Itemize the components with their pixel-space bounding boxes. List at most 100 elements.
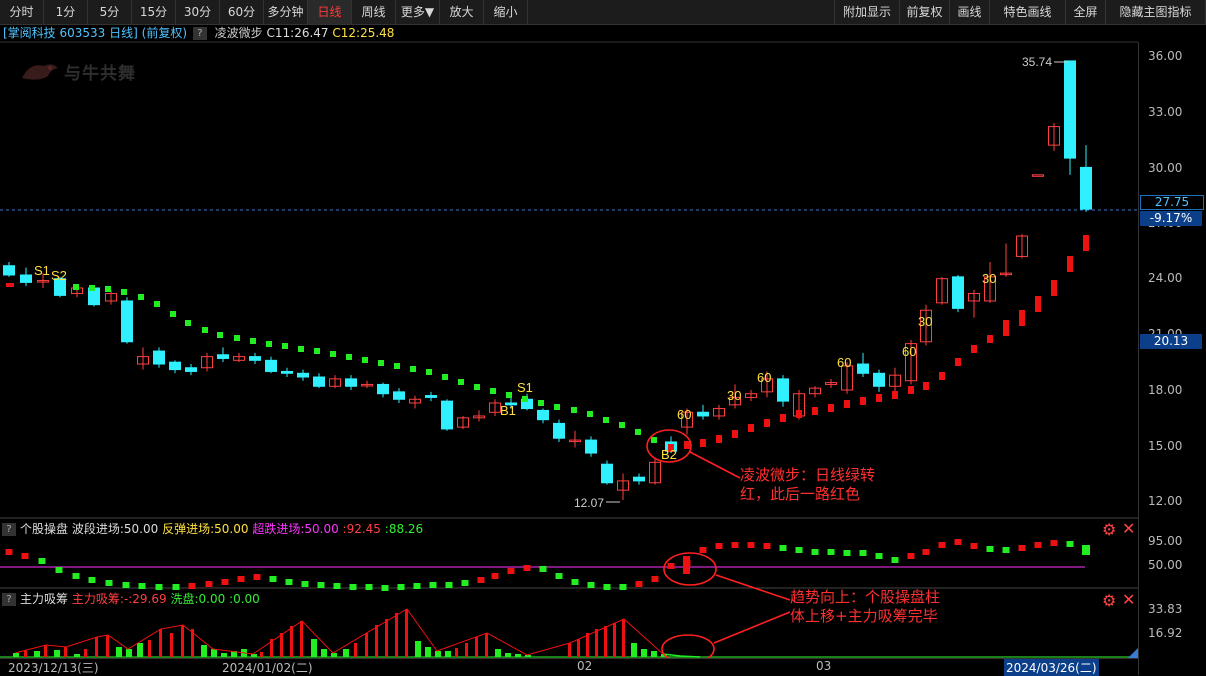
lbwb-dot-red — [828, 404, 834, 412]
lbwb-dot-red — [1035, 296, 1041, 312]
candle-body — [345, 378, 357, 387]
lbwb-dot-green — [378, 360, 384, 366]
date-label: 02 — [577, 659, 593, 673]
low-price-label: 12.07 — [574, 496, 604, 510]
chart-area[interactable]: S1 S2S1B1B26060606030303035.7412.07 — [0, 0, 1138, 658]
signal-b1: B1 — [500, 403, 516, 418]
accumulation-bar — [159, 629, 162, 657]
lbwb-dot-green — [73, 284, 79, 290]
panel2-title[interactable]: 个股操盘 — [20, 522, 68, 536]
panel2-header: ? 个股操盘 波段进场:50.00 反弹进场:50.00 超跌进场:50.00 :… — [0, 521, 423, 537]
indicator-tick-label: 95.00 — [1148, 534, 1183, 548]
lbwb-dot-green — [185, 320, 191, 326]
lbwb-dot-green — [426, 369, 432, 375]
lbwb-dot-green — [458, 379, 464, 385]
signal-s2: S2 — [51, 268, 67, 283]
operate-dot — [699, 547, 707, 553]
operate-dot — [429, 582, 437, 588]
signal-b2: B2 — [661, 447, 677, 462]
lbwb-dot-red — [876, 394, 882, 402]
panel2-value-a: 波段进场:50.00 — [71, 522, 159, 536]
operate-dot — [986, 546, 994, 552]
lbwb-dot-green — [282, 343, 288, 349]
panel3-help-icon[interactable]: ? — [2, 593, 16, 606]
operate-dot — [205, 581, 213, 587]
high-price-label: 35.74 — [1022, 55, 1052, 69]
signal-number: 30 — [918, 314, 932, 329]
accumulation-bar — [137, 643, 143, 657]
accumulation-bar — [405, 609, 408, 657]
price-tick-label: 15.00 — [1148, 439, 1183, 453]
current-price-badge: 27.75 — [1140, 195, 1204, 210]
accumulation-bar — [343, 649, 349, 657]
accumulation-bar — [641, 649, 647, 657]
accumulation-bar — [44, 645, 47, 657]
operate-dot — [539, 566, 547, 572]
lbwb-dot-red — [732, 430, 738, 438]
signal-s1: S1 — [34, 263, 50, 278]
accumulation-bar — [595, 629, 598, 657]
candle-body — [857, 363, 869, 374]
indicator-tick-label: 50.00 — [1148, 558, 1183, 572]
operate-dot — [1002, 547, 1010, 553]
candle-body — [537, 409, 549, 421]
operate-dot — [795, 547, 803, 553]
accumulation-bar — [435, 651, 441, 657]
accumulation-bar — [34, 651, 40, 657]
panel2-close-icon[interactable]: ✕ — [1122, 519, 1135, 538]
lbwb-dot-red — [987, 335, 993, 343]
lbwb-dot-red — [716, 435, 722, 443]
candle-body — [1080, 166, 1092, 210]
lbwb-dot-red — [860, 397, 866, 405]
panel3-settings-icon[interactable]: ⚙ — [1102, 591, 1116, 610]
operate-dot — [138, 583, 146, 589]
operate-dot — [381, 585, 389, 591]
annotation-1-line1: 凌波微步：日线绿转 — [740, 466, 876, 484]
scroll-corner-icon — [1128, 648, 1138, 658]
signal-number: 30 — [982, 271, 996, 286]
price-tick-label: 12.00 — [1148, 494, 1183, 508]
operate-dot — [651, 576, 659, 582]
accumulation-bar — [485, 633, 488, 657]
candle-body — [425, 395, 437, 398]
operate-dot — [507, 568, 515, 574]
accumulation-bar — [651, 651, 657, 657]
operate-dot — [891, 557, 899, 563]
accumulation-bar — [568, 643, 571, 657]
operate-dot — [397, 584, 405, 590]
accumulation-bar — [365, 633, 368, 657]
operate-dot — [88, 577, 96, 583]
panel2-settings-icon[interactable]: ⚙ — [1102, 520, 1116, 539]
indicator-tick-label: 16.92 — [1148, 626, 1183, 640]
annotation-2-line2: 体上移+主力吸筹完毕 — [790, 607, 938, 625]
accumulation-bar — [84, 649, 87, 657]
annotation-2: 趋势向上：个股操盘柱 体上移+主力吸筹完毕 — [790, 588, 940, 626]
accumulation-bar — [280, 633, 283, 657]
panel3-title[interactable]: 主力吸筹 — [20, 592, 68, 606]
accumulation-bar — [300, 621, 303, 657]
accumulation-bar — [455, 648, 458, 657]
change-percent-badge: -9.17% — [1140, 211, 1202, 226]
lbwb-dot-red — [971, 345, 977, 353]
accumulation-bar — [354, 643, 357, 657]
accumulation-bar — [106, 635, 109, 657]
panel2-help-icon[interactable]: ? — [2, 523, 16, 536]
operate-dot — [747, 542, 755, 548]
lbwb-dot-green — [651, 437, 657, 443]
lbwb-dot-green — [410, 366, 416, 372]
price-tick-label: 30.00 — [1148, 161, 1183, 175]
candle-body — [313, 376, 325, 387]
panel2-value-e: :88.26 — [384, 522, 424, 536]
operate-dot — [237, 576, 245, 582]
operate-dot — [21, 553, 29, 559]
operate-dot — [445, 582, 453, 588]
lbwb-dot-green — [522, 396, 528, 402]
date-label: 2023/12/13(三) — [8, 661, 99, 675]
crosshair-price-badge: 20.13 — [1140, 334, 1202, 349]
operate-dot — [269, 576, 277, 582]
lbwb-dot-green — [314, 348, 320, 354]
signal-number: 60 — [902, 344, 916, 359]
panel3-close-icon[interactable]: ✕ — [1122, 590, 1135, 609]
accumulation-bar — [495, 649, 501, 657]
operate-dot — [105, 580, 113, 586]
